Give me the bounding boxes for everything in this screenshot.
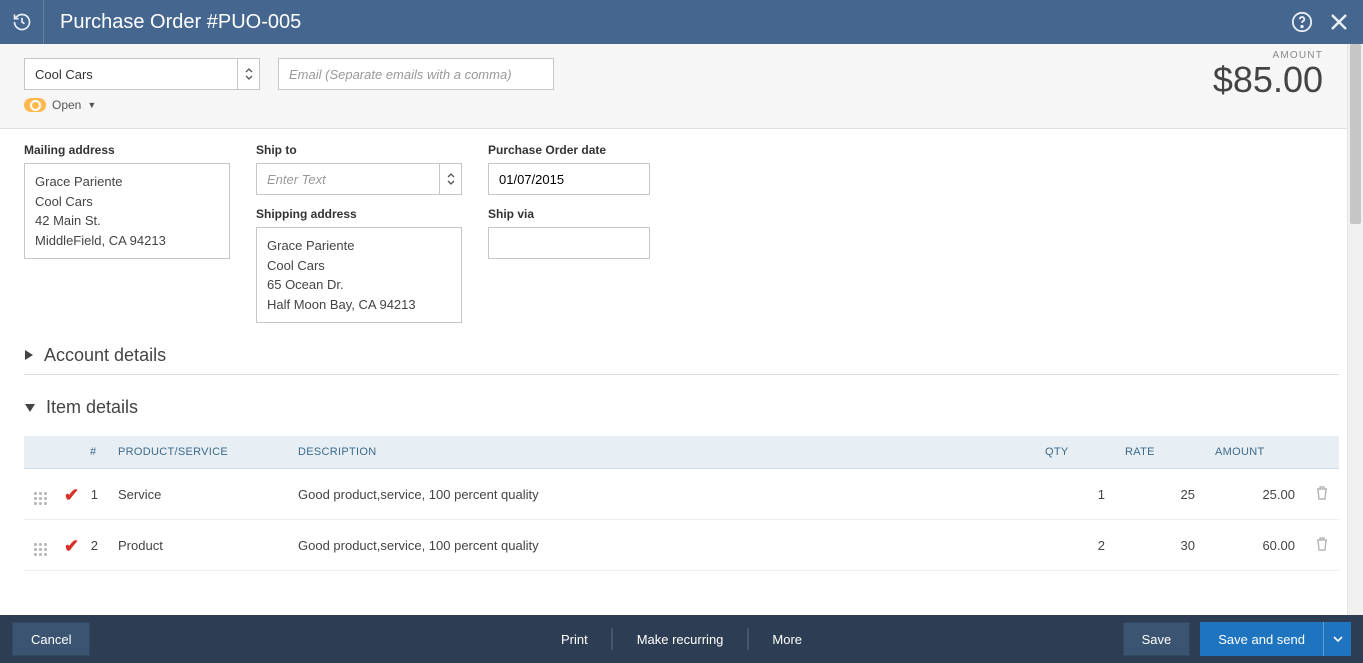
- more-button[interactable]: More: [754, 622, 820, 656]
- save-and-send-caret[interactable]: [1323, 622, 1351, 656]
- amount-display: AMOUNT $85.00: [1213, 50, 1323, 101]
- print-button[interactable]: Print: [543, 622, 606, 656]
- shipto-select[interactable]: Enter Text: [256, 163, 462, 195]
- shipvia-label: Ship via: [488, 207, 650, 221]
- drag-handle-icon[interactable]: [34, 492, 47, 505]
- drag-handle-icon[interactable]: [34, 543, 47, 556]
- cell-desc[interactable]: Good product,service, 100 percent qualit…: [288, 520, 1035, 571]
- mailing-address-label: Mailing address: [24, 143, 230, 157]
- topbar: Purchase Order #PUO-005: [0, 0, 1363, 44]
- cell-desc[interactable]: Good product,service, 100 percent qualit…: [288, 469, 1035, 520]
- delete-row-icon[interactable]: [1315, 489, 1329, 504]
- mailing-address[interactable]: Grace Pariente Cool Cars 42 Main St. Mid…: [24, 163, 230, 259]
- status-eye-icon: [24, 98, 46, 112]
- save-button[interactable]: Save: [1123, 622, 1191, 656]
- table-row[interactable]: ✔ 1 Service Good product,service, 100 pe…: [24, 469, 1339, 520]
- close-icon[interactable]: [1327, 10, 1351, 34]
- checkmark-icon: ✔: [64, 488, 79, 502]
- th-qty: QTY: [1035, 436, 1115, 469]
- item-details-title: Item details: [46, 397, 138, 418]
- cell-product[interactable]: Product: [108, 520, 288, 571]
- help-icon[interactable]: [1291, 11, 1313, 33]
- dropdown-updown-icon: [237, 59, 259, 89]
- shipto-label: Ship to: [256, 143, 462, 157]
- th-num: #: [80, 436, 108, 469]
- th-desc: DESCRIPTION: [288, 436, 1035, 469]
- cell-num: 1: [80, 469, 108, 520]
- triangle-down-icon: [24, 397, 36, 418]
- checkmark-icon: ✔: [64, 539, 79, 553]
- items-table: # PRODUCT/SERVICE DESCRIPTION QTY RATE A…: [24, 436, 1339, 571]
- th-product: PRODUCT/SERVICE: [108, 436, 288, 469]
- shipvia-field[interactable]: [488, 227, 650, 259]
- chevron-down-icon: ▼: [87, 100, 96, 110]
- scrollbar-thumb[interactable]: [1350, 44, 1361, 224]
- history-icon[interactable]: [0, 0, 44, 44]
- page-title: Purchase Order #PUO-005: [60, 11, 1291, 34]
- account-details-toggle[interactable]: Account details: [24, 345, 1339, 375]
- amount-value: $85.00: [1213, 59, 1323, 101]
- cancel-button[interactable]: Cancel: [12, 622, 90, 656]
- email-field[interactable]: [278, 58, 554, 90]
- cell-rate[interactable]: 25: [1115, 469, 1205, 520]
- make-recurring-button[interactable]: Make recurring: [619, 622, 742, 656]
- th-rate: RATE: [1115, 436, 1205, 469]
- main-content: Mailing address Grace Pariente Cool Cars…: [0, 129, 1363, 620]
- chevron-down-icon: [1333, 636, 1343, 642]
- cell-qty[interactable]: 1: [1035, 469, 1115, 520]
- cell-amount: 60.00: [1205, 520, 1305, 571]
- po-date-field[interactable]: [488, 163, 650, 195]
- footer-bar: Cancel Print Make recurring More Save Sa…: [0, 615, 1363, 663]
- status-dropdown[interactable]: Open ▼: [24, 98, 96, 112]
- vendor-select[interactable]: Cool Cars: [24, 58, 260, 90]
- item-details-toggle[interactable]: Item details: [24, 397, 1339, 426]
- vendor-value: Cool Cars: [35, 67, 93, 82]
- delete-row-icon[interactable]: [1315, 540, 1329, 555]
- account-details-title: Account details: [44, 345, 166, 366]
- table-row[interactable]: ✔ 2 Product Good product,service, 100 pe…: [24, 520, 1339, 571]
- cell-rate[interactable]: 30: [1115, 520, 1205, 571]
- po-date-label: Purchase Order date: [488, 143, 650, 157]
- vertical-scrollbar[interactable]: [1347, 44, 1363, 615]
- cell-qty[interactable]: 2: [1035, 520, 1115, 571]
- cell-num: 2: [80, 520, 108, 571]
- save-and-send-button[interactable]: Save and send: [1200, 622, 1323, 656]
- cell-amount: 25.00: [1205, 469, 1305, 520]
- dropdown-updown-icon: [439, 164, 461, 194]
- cell-product[interactable]: Service: [108, 469, 288, 520]
- shipping-address[interactable]: Grace Pariente Cool Cars 65 Ocean Dr. Ha…: [256, 227, 462, 323]
- th-amount: AMOUNT: [1205, 436, 1305, 469]
- shipping-address-label: Shipping address: [256, 207, 462, 221]
- header-band: Cool Cars AMOUNT $85.00 Open ▼: [0, 44, 1363, 129]
- shipto-placeholder: Enter Text: [267, 172, 326, 187]
- status-text: Open: [52, 98, 81, 112]
- triangle-right-icon: [24, 345, 34, 366]
